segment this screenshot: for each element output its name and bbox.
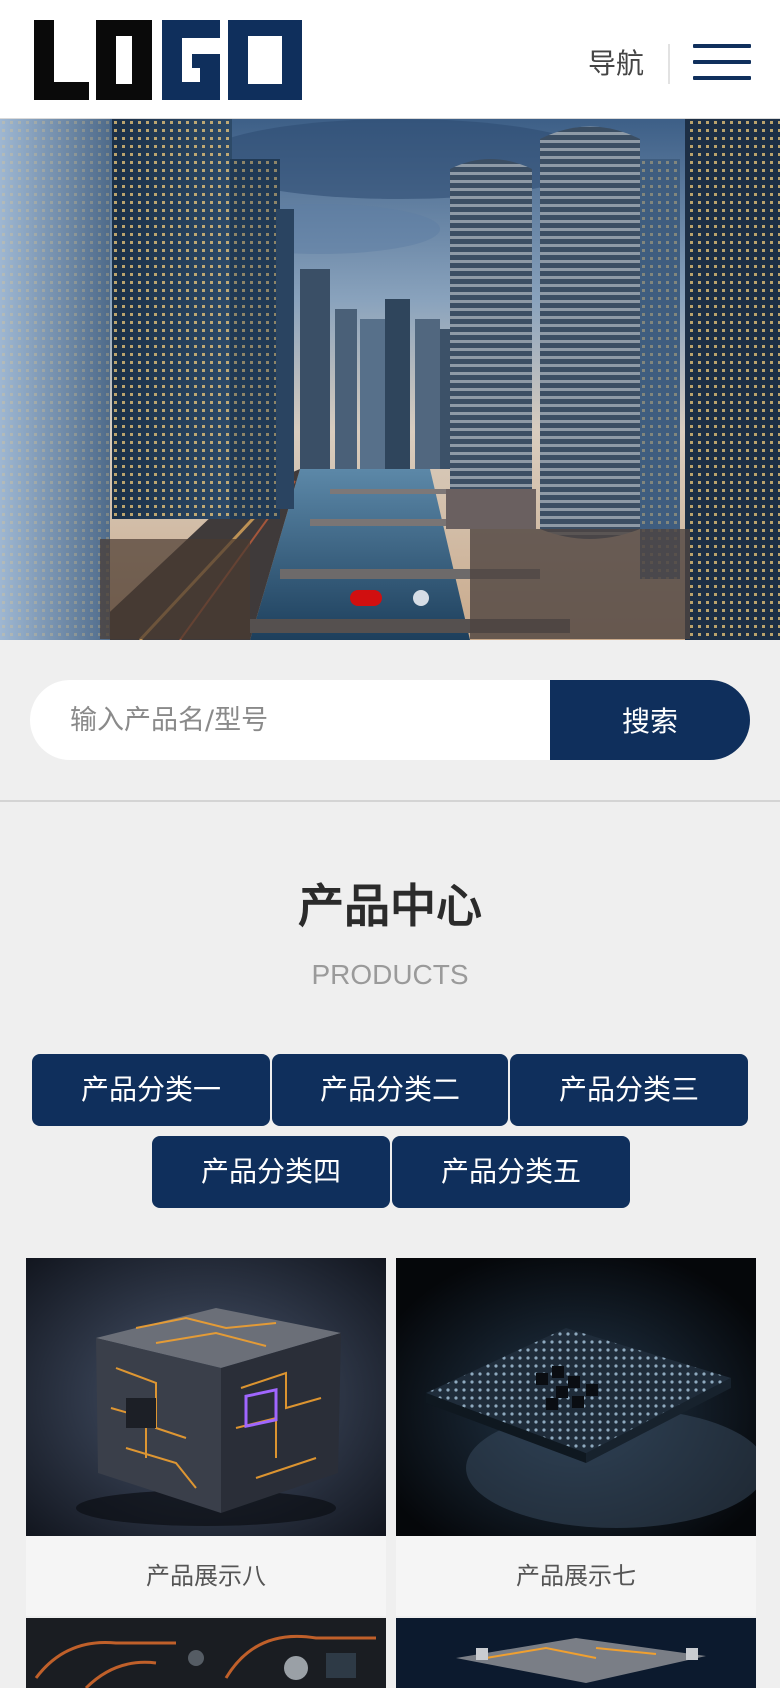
product-image [396, 1618, 756, 1688]
product-image [396, 1258, 756, 1536]
nav-divider [668, 44, 670, 84]
search-input[interactable] [30, 680, 550, 760]
nav-label[interactable]: 导航 [588, 44, 644, 84]
section-subtitle: PRODUCTS [311, 959, 469, 990]
header: 导航 [0, 0, 780, 119]
product-name[interactable]: 产品展示八 [26, 1536, 386, 1616]
carousel-dot-active[interactable] [350, 590, 382, 606]
category-button-1[interactable]: 产品分类一 [32, 1054, 270, 1126]
category-button-4[interactable]: 产品分类四 [152, 1136, 390, 1208]
product-card[interactable]: 产品展示七 [396, 1258, 756, 1616]
category-button-2[interactable]: 产品分类二 [272, 1054, 508, 1126]
category-button-5[interactable]: 产品分类五 [392, 1136, 630, 1208]
hero-banner[interactable] [0, 119, 780, 640]
hamburger-menu-icon[interactable] [693, 44, 751, 82]
product-name[interactable]: 产品展示七 [396, 1536, 756, 1616]
logo[interactable] [34, 20, 302, 100]
search-button[interactable]: 搜索 [550, 680, 750, 760]
product-card[interactable]: 产品展示八 [26, 1258, 386, 1616]
search-bar: 搜索 [30, 680, 750, 760]
section-title: 产品中心 [298, 879, 482, 933]
section-divider [0, 800, 780, 802]
product-image [26, 1618, 386, 1688]
product-card[interactable] [26, 1618, 386, 1688]
category-button-3[interactable]: 产品分类三 [510, 1054, 748, 1126]
product-image [26, 1258, 386, 1536]
product-card[interactable] [396, 1618, 756, 1688]
carousel-dot[interactable] [413, 590, 429, 606]
city-skyline-image [0, 119, 780, 640]
carousel-dots [350, 590, 440, 608]
